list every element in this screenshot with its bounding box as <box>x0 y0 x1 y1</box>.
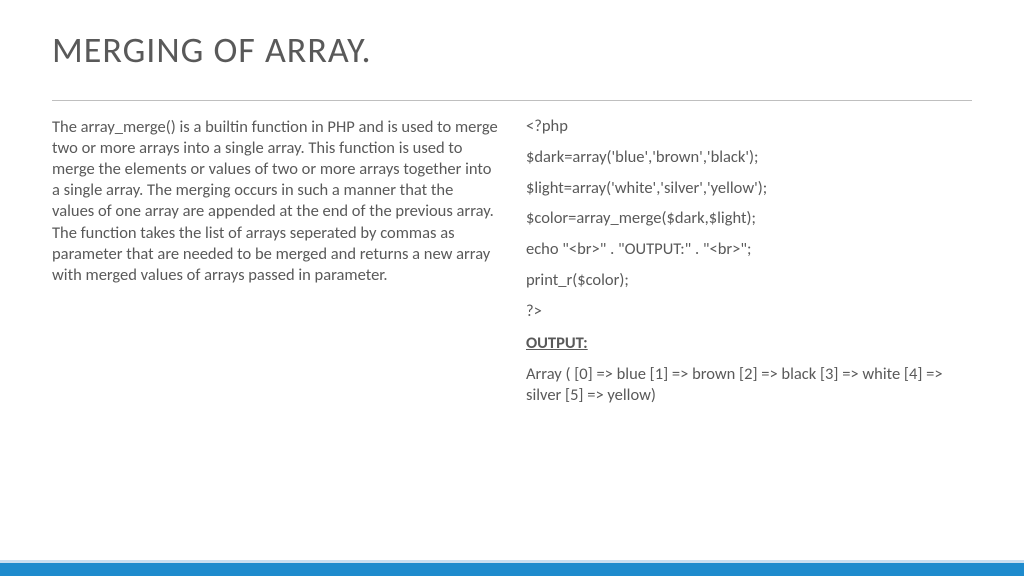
code-line: echo "<br>" . "OUTPUT:" . "<br>"; <box>526 240 972 260</box>
code-line: $dark=array('blue','brown','black'); <box>526 148 972 168</box>
content-columns: The array_merge() is a builtin function … <box>52 117 972 406</box>
code-line: $light=array('white','silver','yellow'); <box>526 179 972 199</box>
left-column: The array_merge() is a builtin function … <box>52 117 498 406</box>
right-column: <?php $dark=array('blue','brown','black'… <box>526 117 972 406</box>
code-line: print_r($color); <box>526 271 972 291</box>
slide: MERGING OF ARRAY. The array_merge() is a… <box>0 0 1024 576</box>
code-line: ?> <box>526 302 972 322</box>
title-divider <box>52 100 972 101</box>
output-text: Array ( [0] => blue [1] => brown [2] => … <box>526 364 972 406</box>
code-line: <?php <box>526 117 972 137</box>
slide-title: MERGING OF ARRAY. <box>52 28 972 72</box>
output-label: OUTPUT: <box>526 333 972 353</box>
accent-bar <box>0 560 1024 576</box>
description-text: The array_merge() is a builtin function … <box>52 117 498 286</box>
code-line: $color=array_merge($dark,$light); <box>526 209 972 229</box>
